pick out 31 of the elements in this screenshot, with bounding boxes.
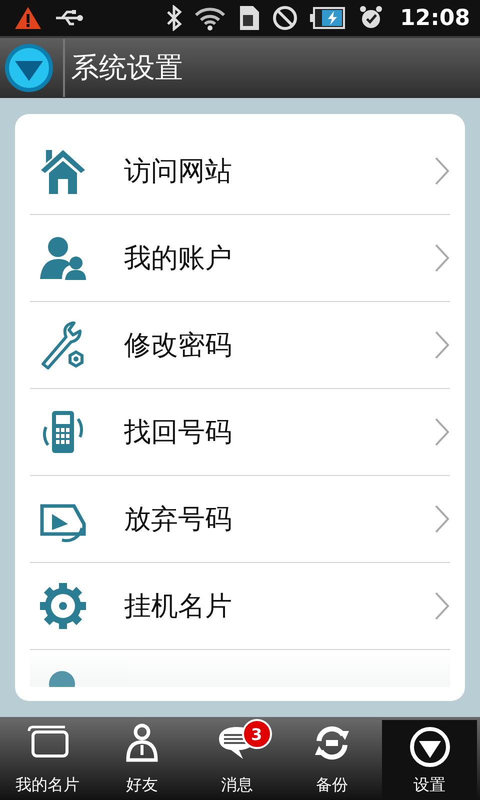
tab[interactable]: 好友 [94,717,190,800]
menu-item[interactable]: 我的账户 [30,215,450,302]
menu-dropdown-icon[interactable] [3,42,55,94]
menu-item[interactable]: 找回号码 [30,389,450,476]
tab[interactable]: 我的名片 [0,717,95,800]
chevron-right-icon [434,417,450,447]
chevron-right-icon [434,504,450,534]
wifi-icon [194,5,226,31]
tab[interactable]: 设置 [382,720,477,800]
battery-charging-icon [310,6,346,30]
blocked-icon [272,5,298,31]
chevron-right-icon [434,156,450,186]
alarm-clock-icon [358,5,384,31]
chevron-right-icon [434,243,450,273]
sim-card-icon [238,5,260,31]
bluetooth-icon [166,5,182,31]
usb-icon [54,9,84,27]
chevron-right-icon [434,591,450,621]
tab[interactable]: 消息 3 [190,717,284,800]
clock-time: 12:08 [400,6,470,30]
tab[interactable]: 备份 [284,717,380,800]
count-badge: 3 [242,719,272,749]
person-icon [125,723,160,763]
menu-item[interactable]: 放弃号码 [30,476,450,563]
chevron-right-icon [434,330,450,360]
warning-icon [14,6,42,30]
screen-title: 系统设置 [71,50,183,86]
triangle-down-icon [408,726,451,768]
gear-icon [38,581,88,631]
menu-item[interactable]: 访问网站 [30,128,450,215]
menu-item[interactable]: 修改密码 [30,302,450,389]
